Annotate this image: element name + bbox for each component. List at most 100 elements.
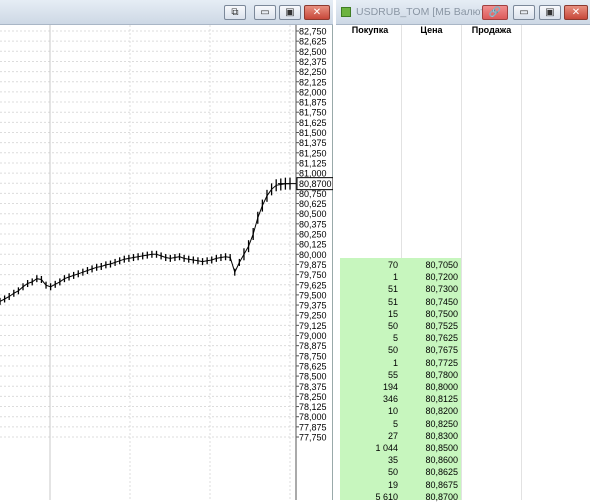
price-level: 80,7800 xyxy=(425,369,458,380)
orderbook-row[interactable]: 50 80,7675 xyxy=(340,344,461,356)
orderbook-row[interactable]: 55 80,7800 xyxy=(340,369,461,381)
close-button[interactable]: ✕ xyxy=(304,5,330,20)
axis-tick-label: 82,625 xyxy=(299,37,327,47)
axis-tick-label: 82,250 xyxy=(299,67,327,77)
axis-tick-label: 78,000 xyxy=(299,412,327,422)
axis-tick-label: 81,750 xyxy=(299,108,327,118)
restore-button[interactable]: ⧉ xyxy=(224,5,246,20)
bid-volume: 51 xyxy=(387,284,398,295)
axis-tick-label: 81,500 xyxy=(299,128,327,138)
axis-tick-label: 78,125 xyxy=(299,402,327,412)
column-header-buy[interactable]: Покупка xyxy=(340,25,400,37)
column-divider xyxy=(521,25,522,500)
price-chart[interactable]: 82,75082,62582,50082,37582,25082,12582,0… xyxy=(0,25,333,500)
price-level: 80,7525 xyxy=(425,321,458,331)
bid-volume: 1 xyxy=(392,357,398,368)
close-button[interactable]: ✕ xyxy=(564,5,588,20)
bid-volume: 70 xyxy=(387,260,398,270)
axis-tick-label: 78,875 xyxy=(299,341,327,351)
bid-volume: 10 xyxy=(387,406,398,417)
orderbook-row[interactable]: 10 80,8200 xyxy=(340,405,461,417)
price-level: 80,7625 xyxy=(425,333,458,344)
axis-tick-label: 78,625 xyxy=(299,361,327,371)
orderbook-row[interactable]: 194 80,8000 xyxy=(340,381,461,393)
axis-tick-label: 80,750 xyxy=(299,189,327,199)
chart-window: ⧉ ▭ ▣ ✕ 82,750 82,625 82,500 82,375 82,250 82… xyxy=(0,0,333,500)
price-level: 80,8600 xyxy=(425,455,458,466)
axis-tick-label: 78,250 xyxy=(299,392,327,402)
window-title: USDRUB_TOM [МБ Валюта: ЕТС xyxy=(356,6,482,18)
axis-tick-label: 82,125 xyxy=(299,77,327,87)
price-level: 80,8625 xyxy=(425,467,458,478)
orderbook-row[interactable]: 50 80,7525 xyxy=(340,320,461,332)
price-level: 80,8200 xyxy=(425,406,458,417)
orderbook-row[interactable]: 5 80,8250 xyxy=(340,418,461,430)
app-icon xyxy=(341,7,351,17)
axis-tick-label: 80,000 xyxy=(299,250,327,260)
orderbook-row[interactable]: 15 80,7500 xyxy=(340,308,461,320)
orderbook-row[interactable]: 70 80,7050 xyxy=(340,259,461,271)
bid-volume: 55 xyxy=(387,369,398,380)
bid-volume: 1 044 xyxy=(375,443,398,453)
price-level: 80,8000 xyxy=(425,382,458,392)
orderbook-row[interactable]: 19 80,8675 xyxy=(340,479,461,491)
orderbook-row[interactable]: 346 80,8125 xyxy=(340,393,461,405)
orderbook-row[interactable]: 5 80,7625 xyxy=(340,332,461,344)
axis-tick-label: 82,750 xyxy=(299,27,327,37)
orderbook-row[interactable]: 5 610 80,8700 xyxy=(340,491,461,503)
chart-window-titlebar[interactable]: ⧉ ▭ ▣ ✕ xyxy=(0,0,333,25)
column-header-sell[interactable]: Продажа xyxy=(462,25,521,37)
axis-tick-label: 79,250 xyxy=(299,311,327,321)
bid-volume: 27 xyxy=(387,430,398,441)
axis-tick-label: 79,625 xyxy=(299,280,327,290)
price-level: 80,8125 xyxy=(425,394,458,405)
orderbook-row[interactable]: 50 80,8625 xyxy=(340,466,461,478)
bid-volume: 50 xyxy=(387,345,398,356)
axis-tick-label: 80,625 xyxy=(299,199,327,209)
price-line xyxy=(0,183,290,302)
axis-tick-label: 80,250 xyxy=(299,230,327,240)
bid-volume: 5 xyxy=(392,418,398,429)
bid-volume: 346 xyxy=(382,394,398,405)
axis-tick-label: 81,000 xyxy=(299,169,327,179)
orderbook-window-titlebar[interactable]: USDRUB_TOM [МБ Валюта: ЕТС 🔗 ▭ ▣ ✕ xyxy=(336,0,590,25)
orderbook-window: USDRUB_TOM [МБ Валюта: ЕТС 🔗 ▭ ▣ ✕ Покуп… xyxy=(336,0,590,503)
axis-tick-label: 81,125 xyxy=(299,158,327,168)
maximize-button[interactable]: ▣ xyxy=(539,5,561,20)
axis-tick-label: 81,625 xyxy=(299,118,327,128)
axis-tick-label: 79,000 xyxy=(299,331,327,341)
axis-tick-label: 79,750 xyxy=(299,270,327,280)
axis-tick-label: 79,875 xyxy=(299,260,327,270)
minimize-button[interactable]: ▭ xyxy=(254,5,276,20)
price-level: 80,8300 xyxy=(425,430,458,441)
price-level: 80,8500 xyxy=(425,443,458,453)
axis-tick-label: 78,375 xyxy=(299,382,327,392)
axis-tick-label: 81,250 xyxy=(299,148,327,158)
axis-tick-label: 78,500 xyxy=(299,372,327,382)
orderbook-row[interactable]: 35 80,8600 xyxy=(340,454,461,466)
price-level: 80,7200 xyxy=(425,272,458,283)
minimize-button[interactable]: ▭ xyxy=(513,5,535,20)
axis-tick-label: 79,375 xyxy=(299,301,327,311)
bid-volume: 19 xyxy=(387,479,398,490)
orderbook-row[interactable]: 51 80,7450 xyxy=(340,296,461,308)
axis-tick-label: 77,875 xyxy=(299,422,327,432)
price-level: 80,8675 xyxy=(425,479,458,490)
price-level: 80,7725 xyxy=(425,357,458,368)
bid-volume: 1 xyxy=(392,272,398,283)
axis-tick-label: 80,375 xyxy=(299,219,327,229)
orderbook-row[interactable]: 27 80,8300 xyxy=(340,430,461,442)
orderbook-row[interactable]: 51 80,7300 xyxy=(340,283,461,295)
orderbook-row[interactable]: 1 80,7725 xyxy=(340,357,461,369)
axis-tick-label: 78,750 xyxy=(299,351,327,361)
bid-volume: 35 xyxy=(387,455,398,466)
axis-tick-label: 81,875 xyxy=(299,98,327,108)
orderbook-row[interactable]: 1 80,7200 xyxy=(340,271,461,283)
orderbook-row[interactable]: 1 044 80,8500 xyxy=(340,442,461,454)
maximize-button[interactable]: ▣ xyxy=(279,5,301,20)
price-level: 80,8250 xyxy=(425,418,458,429)
link-icon[interactable]: 🔗 xyxy=(482,5,508,20)
axis-tick-label: 77,750 xyxy=(299,433,327,443)
column-header-price[interactable]: Цена xyxy=(402,25,461,37)
price-level: 80,7675 xyxy=(425,345,458,356)
